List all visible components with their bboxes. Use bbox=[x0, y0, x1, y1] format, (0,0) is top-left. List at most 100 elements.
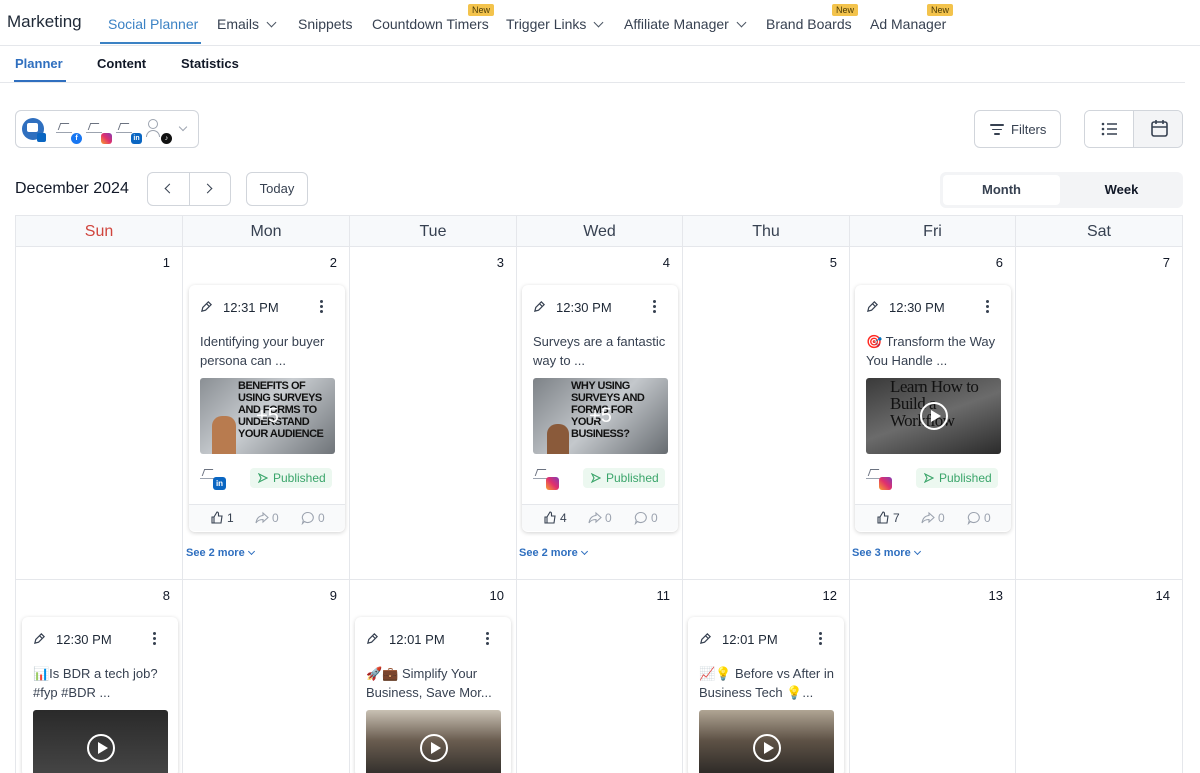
more-media-count: +5 bbox=[589, 405, 612, 427]
post-card[interactable]: 12:31 PM Identifying your buyer persona … bbox=[189, 285, 345, 532]
linkedin-icon: in bbox=[131, 133, 142, 144]
see-more-label: See 2 more bbox=[519, 547, 578, 559]
nav-social-planner[interactable]: Social Planner bbox=[108, 16, 198, 32]
week-view-button[interactable]: Week bbox=[1063, 175, 1180, 205]
month-view-button[interactable]: Month bbox=[943, 175, 1060, 205]
play-icon[interactable] bbox=[87, 734, 115, 762]
see-more-label: See 2 more bbox=[186, 547, 245, 559]
filters-button[interactable]: Filters bbox=[974, 110, 1061, 148]
post-card-header: 12:30 PM bbox=[855, 285, 1011, 325]
linkedin-icon: in bbox=[213, 477, 226, 490]
post-card[interactable]: 12:30 PM 🎯 Transform the Way You Handle … bbox=[855, 285, 1011, 532]
post-text: Identifying your buyer persona can ... bbox=[200, 334, 325, 368]
tiktok-icon: ♪ bbox=[161, 133, 172, 144]
tab-statistics[interactable]: Statistics bbox=[181, 56, 239, 71]
more-options-icon[interactable] bbox=[153, 632, 157, 646]
chevron-down-icon bbox=[736, 17, 747, 28]
linkedin-account: in bbox=[116, 119, 142, 144]
share-icon bbox=[588, 511, 602, 524]
status-label: Published bbox=[939, 471, 992, 485]
day-cell[interactable]: 9 bbox=[183, 580, 350, 773]
post-card-header: 12:01 PM bbox=[688, 617, 844, 657]
prev-month-button[interactable] bbox=[148, 173, 189, 205]
post-thumbnail bbox=[699, 710, 834, 773]
day-cell[interactable]: 7 bbox=[1016, 247, 1183, 580]
view-toggle bbox=[1084, 110, 1183, 148]
nav-trigger-links-label: Trigger Links bbox=[506, 16, 587, 32]
new-badge: New bbox=[927, 4, 954, 16]
day-number: 8 bbox=[162, 588, 170, 603]
post-thumbnail bbox=[33, 710, 168, 773]
play-icon[interactable] bbox=[420, 734, 448, 762]
nav-emails-label: Emails bbox=[217, 16, 260, 32]
see-more-link[interactable]: See 2 more bbox=[186, 547, 255, 559]
nav-snippets[interactable]: Snippets bbox=[298, 16, 352, 32]
nav-trigger-links[interactable]: Trigger Links bbox=[506, 16, 604, 32]
post-text: Surveys are a fantastic way to ... bbox=[533, 334, 666, 368]
post-card-header: 12:30 PM bbox=[522, 285, 678, 325]
shares-count: 0 bbox=[605, 511, 612, 525]
tab-planner[interactable]: Planner bbox=[15, 56, 63, 71]
share-icon bbox=[921, 511, 935, 524]
day-cell[interactable]: 14 bbox=[1016, 580, 1183, 773]
pen-icon bbox=[534, 301, 545, 312]
day-number: 6 bbox=[995, 255, 1003, 270]
see-more-link[interactable]: See 2 more bbox=[519, 547, 588, 559]
instagram-icon bbox=[101, 133, 112, 144]
chevron-left-icon bbox=[164, 183, 175, 194]
account-selector[interactable]: f in ♪ bbox=[15, 110, 199, 148]
day-cell[interactable]: 11 bbox=[517, 580, 683, 773]
nav-emails[interactable]: Emails bbox=[217, 16, 277, 32]
calendar-view-button[interactable] bbox=[1134, 111, 1182, 147]
post-time: 12:31 PM bbox=[223, 300, 279, 315]
post-card[interactable]: 12:30 PM Surveys are a fantastic way to … bbox=[522, 285, 678, 532]
app-title: Marketing bbox=[7, 12, 82, 31]
post-stats: 7 0 0 bbox=[855, 504, 1011, 531]
day-header-sun: Sun bbox=[16, 216, 183, 247]
more-media-count: +5 bbox=[256, 405, 279, 427]
month-week-toggle: Month Week bbox=[940, 172, 1183, 208]
more-options-icon[interactable] bbox=[653, 300, 657, 314]
nav-affiliate-manager[interactable]: Affiliate Manager bbox=[624, 16, 747, 32]
nav-brand-boards[interactable]: Brand Boards bbox=[766, 16, 852, 32]
list-view-button[interactable] bbox=[1085, 111, 1134, 147]
post-thumbnail: Benefits of using surveys and forms to u… bbox=[200, 378, 335, 454]
day-cell[interactable]: 3 bbox=[350, 247, 517, 580]
day-number: 7 bbox=[1162, 255, 1170, 270]
play-icon[interactable] bbox=[753, 734, 781, 762]
more-options-icon[interactable] bbox=[486, 632, 490, 646]
more-options-icon[interactable] bbox=[320, 300, 324, 314]
today-button[interactable]: Today bbox=[246, 172, 308, 206]
day-number: 9 bbox=[329, 588, 337, 603]
post-text: 🎯 Transform the Way You Handle ... bbox=[866, 334, 996, 368]
share-icon bbox=[255, 511, 269, 524]
play-icon[interactable] bbox=[920, 402, 948, 430]
post-text: 🚀💼 Simplify Your Business, Save Mor... bbox=[366, 666, 492, 700]
see-more-link[interactable]: See 3 more bbox=[852, 547, 921, 559]
nav-ad-manager[interactable]: Ad Manager bbox=[870, 16, 946, 32]
post-thumbnail bbox=[366, 710, 501, 773]
post-card[interactable]: 12:01 PM 📈💡 Before vs After in Business … bbox=[688, 617, 844, 773]
tab-content[interactable]: Content bbox=[97, 56, 146, 71]
sub-tabs: Planner Content Statistics bbox=[0, 47, 1185, 83]
day-cell[interactable]: 1 bbox=[16, 247, 183, 580]
send-icon bbox=[258, 473, 268, 483]
day-cell[interactable]: 5 bbox=[683, 247, 850, 580]
day-number: 14 bbox=[1155, 588, 1170, 603]
instagram-icon bbox=[546, 477, 559, 490]
post-card[interactable]: 12:30 PM 📊Is BDR a tech job? #fyp #BDR .… bbox=[22, 617, 178, 773]
more-options-icon[interactable] bbox=[986, 300, 990, 314]
facebook-icon: f bbox=[71, 133, 82, 144]
post-text: 📊Is BDR a tech job? #fyp #BDR ... bbox=[33, 666, 158, 700]
comments-count: 0 bbox=[318, 511, 325, 525]
nav-countdown-timers[interactable]: Countdown Timers bbox=[372, 16, 489, 32]
post-time: 12:30 PM bbox=[556, 300, 612, 315]
next-month-button[interactable] bbox=[190, 173, 231, 205]
more-options-icon[interactable] bbox=[819, 632, 823, 646]
thumbs-up-icon bbox=[877, 511, 889, 524]
day-cell[interactable]: 13 bbox=[850, 580, 1016, 773]
day-header-wed: Wed bbox=[517, 216, 683, 247]
nav-affiliate-manager-label: Affiliate Manager bbox=[624, 16, 729, 32]
post-card[interactable]: 12:01 PM 🚀💼 Simplify Your Business, Save… bbox=[355, 617, 511, 773]
day-header-tue: Tue bbox=[350, 216, 517, 247]
